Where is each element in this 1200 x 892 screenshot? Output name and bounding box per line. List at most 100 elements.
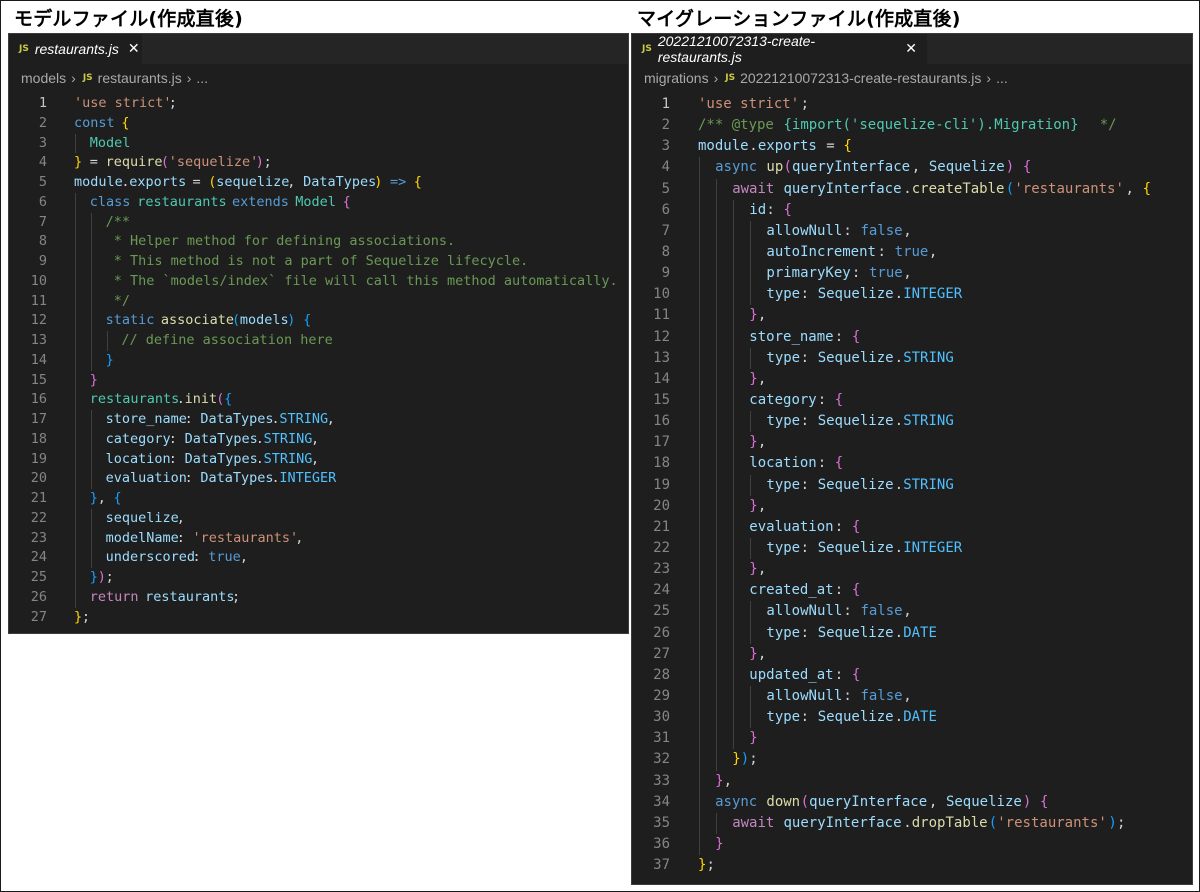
tab-create-restaurants-js[interactable]: JS 20221210072313-create-restaurants.js … [632, 34, 928, 65]
indent-guide [699, 220, 700, 242]
code-area[interactable]: 1 'use strict'; 2 /** @type {import('sequel… [632, 92, 1192, 876]
code-token: , [239, 549, 249, 566]
indent-guide [699, 685, 700, 708]
indent-guide [699, 199, 700, 221]
chevron-right-icon: › [713, 70, 719, 86]
indent-guide [699, 284, 700, 306]
tab-restaurants-js[interactable]: JS restaurants.js ✕ [9, 34, 143, 64]
indent-guide [750, 537, 752, 560]
indent-guide [90, 252, 92, 272]
code-token: ( [216, 391, 225, 408]
line-number: 23 [653, 561, 670, 578]
code-token: true [208, 549, 241, 566]
code-line: 5 await queryInterface. createTable('restau… [632, 178, 1192, 200]
code-token: STRING [903, 349, 954, 366]
indent-guide [699, 305, 700, 327]
code-token: ( [160, 154, 170, 171]
indent-guide [75, 133, 76, 154]
code-token: Sequelize [817, 709, 894, 726]
code-token: 'use strict' [698, 96, 800, 112]
indent-guide [90, 410, 92, 430]
code-token: true [869, 265, 903, 282]
code-token: . [894, 624, 904, 641]
code-token: dropTable [911, 814, 988, 831]
line-number: 17 [30, 411, 47, 427]
code-token: } [749, 730, 758, 747]
line-number: 13 [653, 349, 670, 366]
indent-guide [716, 284, 718, 306]
breadcrumb-file[interactable]: 20221210072313-create-restaurants.js [740, 70, 981, 86]
code-token: STRING [903, 413, 954, 430]
indent-guide [699, 791, 700, 813]
code-token: ( [783, 159, 792, 176]
code-token: async [715, 159, 758, 176]
code-token: Sequelize [945, 793, 1022, 810]
code-token: ; [81, 608, 91, 625]
indent-guide [750, 474, 752, 496]
line-number: 18 [30, 430, 47, 447]
code-token: } [715, 835, 724, 852]
code-line: 17 store_name: DataTypes. STRING, [9, 410, 628, 430]
indent-guide [733, 474, 735, 496]
indent-guide [716, 559, 718, 581]
code-token: ( [800, 793, 810, 810]
code-token: allowNull [766, 603, 843, 620]
code-token: ) [374, 174, 383, 190]
line-number: 21 [653, 518, 670, 535]
line-number: 22 [30, 509, 47, 526]
code-token: : [800, 624, 818, 641]
migration-file-title: マイグレーションファイル(作成直後) [637, 8, 961, 30]
code-line: 11 */ [9, 291, 628, 312]
line-number: 24 [30, 549, 47, 566]
code-token: queryInterface [783, 180, 902, 197]
indent-guide [75, 508, 76, 529]
indent-guide [716, 537, 718, 560]
code-token: false [860, 222, 903, 239]
code-token: /** [105, 213, 130, 230]
code-token: { [1022, 159, 1032, 176]
code-token: type [766, 349, 801, 366]
code-token: } [732, 751, 741, 768]
code-line: 11}, [632, 305, 1192, 327]
close-icon[interactable]: ✕ [905, 41, 917, 57]
indent-guide [750, 220, 752, 242]
indent-guide [699, 537, 700, 560]
code-token: } [698, 857, 707, 874]
indent-guide [90, 291, 92, 312]
line-number: 19 [653, 476, 670, 493]
close-icon[interactable]: ✕ [128, 41, 140, 57]
line-number: 23 [30, 529, 47, 546]
code-token: } [105, 351, 114, 368]
code-token: . [903, 180, 912, 197]
indent-guide [699, 495, 700, 517]
line-number: 14 [653, 370, 670, 387]
code-token: ) [255, 154, 264, 171]
code-token: : [817, 455, 835, 472]
code-token: return [89, 588, 139, 605]
breadcrumb-folder[interactable]: migrations [644, 70, 709, 86]
line-number: 35 [653, 814, 670, 831]
code-token: . [255, 430, 264, 447]
line-number: 24 [653, 582, 670, 599]
indent-guide [716, 368, 718, 390]
breadcrumb-file[interactable]: restaurants.js [98, 70, 182, 86]
indent-guide [733, 685, 735, 708]
code-line: 10 type: Sequelize. INTEGER [632, 284, 1192, 306]
indent-guide [716, 305, 718, 327]
indent-guide [699, 770, 700, 792]
code-area[interactable]: 1'use strict'; 2 const{3 Model 4} = require('… [9, 92, 628, 627]
indent-guide [716, 749, 718, 771]
indent-guide [106, 331, 108, 351]
code-token: ) [1022, 793, 1032, 810]
breadcrumb-more[interactable]: ... [196, 70, 208, 86]
code-token: = [89, 154, 107, 171]
code-token: exports [757, 138, 817, 155]
breadcrumb-more[interactable]: ... [996, 70, 1008, 86]
breadcrumb-folder[interactable]: models [21, 70, 66, 86]
code-token: : [834, 666, 852, 683]
indent-guide [75, 271, 76, 292]
code-token: = [826, 138, 844, 155]
code-token: : [843, 603, 861, 620]
indent-guide [75, 568, 76, 588]
code-token: , [295, 529, 304, 546]
